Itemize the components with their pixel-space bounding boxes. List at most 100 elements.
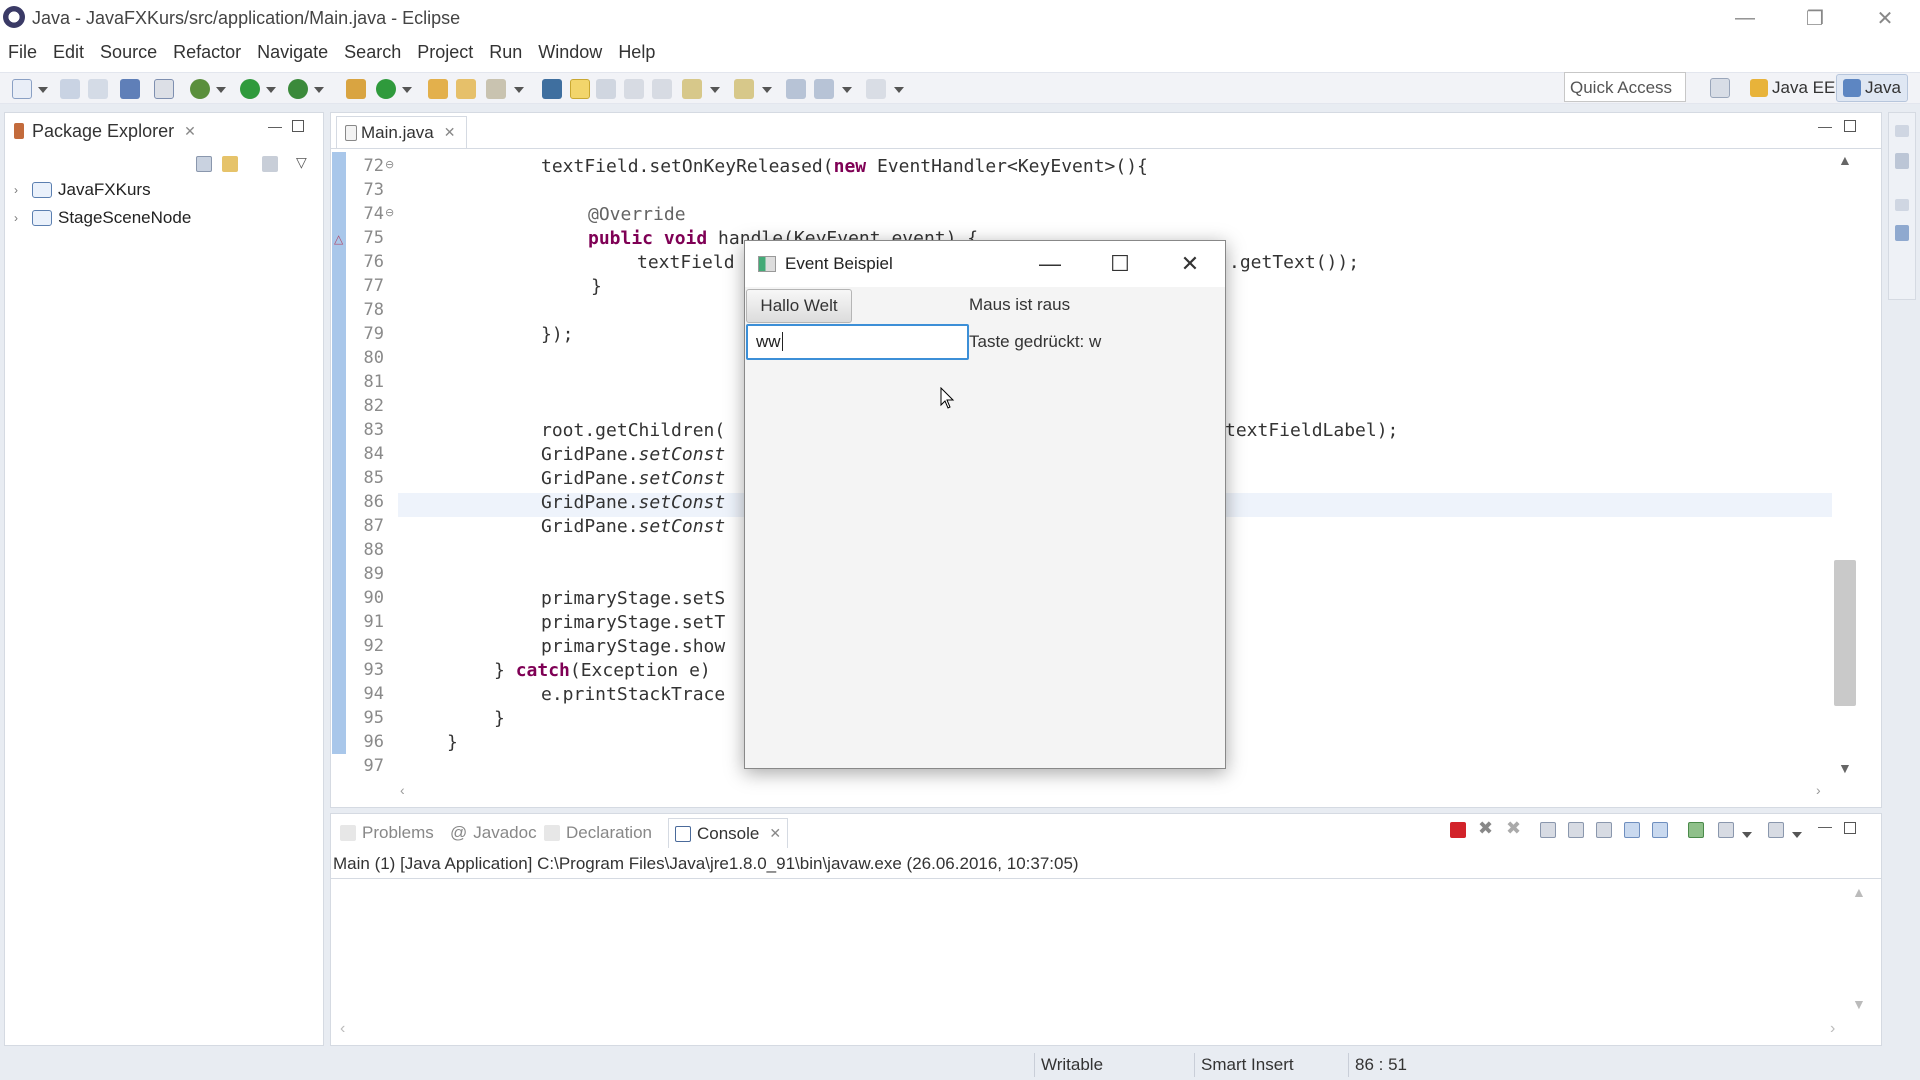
editor-tab-main-java[interactable]: Main.java ✕ [336,116,467,148]
menu-window[interactable]: Window [530,42,610,63]
menu-help[interactable]: Help [610,42,663,63]
debug-dropdown-icon[interactable] [216,87,226,93]
run-dropdown-icon[interactable] [266,87,276,93]
fx-close-button[interactable]: ✕ [1155,241,1225,287]
new-dropdown-icon[interactable] [38,87,48,93]
open-type-icon[interactable] [428,79,448,99]
scroll-right-icon[interactable]: › [1816,782,1821,798]
editor-scroll-thumb[interactable] [1834,560,1856,706]
menu-search[interactable]: Search [336,42,409,63]
tab-console[interactable]: Console ✕ [668,818,789,848]
annotation-icon[interactable] [542,79,562,99]
tree-item-javafxkurs[interactable]: › JavaFXKurs [14,177,151,203]
scroll-lock-icon[interactable] [1568,822,1584,838]
fx-maximize-button[interactable]: ☐ [1085,241,1155,287]
last-edit-icon[interactable] [786,79,806,99]
task-list-icon[interactable] [1895,153,1909,169]
open-perspective-icon[interactable] [1710,78,1730,98]
fx-text-field[interactable]: ww [746,324,969,360]
focus-task-icon[interactable] [262,156,278,172]
prev-annotation-dropdown-icon[interactable] [762,87,772,93]
show-on-error-icon[interactable] [1652,822,1668,838]
word-wrap-icon[interactable] [596,79,616,99]
menu-file[interactable]: File [0,42,45,63]
quick-access-input[interactable]: Quick Access [1564,72,1686,102]
back-dropdown-icon[interactable] [842,87,852,93]
menu-edit[interactable]: Edit [45,42,92,63]
open-console-dropdown-icon[interactable] [1792,832,1802,838]
scroll-up-icon[interactable]: ▲ [1838,152,1852,168]
external-tools-dropdown-icon[interactable] [314,87,324,93]
outline-icon[interactable] [1895,225,1909,241]
maximize-console-icon[interactable] [1844,822,1856,834]
console-scroll-up-icon[interactable]: ▲ [1852,884,1866,900]
expand-icon[interactable]: › [14,211,26,225]
close-tab-icon[interactable]: ✕ [444,124,456,141]
maximize-view-icon[interactable] [292,120,304,132]
hallo-welt-button[interactable]: Hallo Welt [746,289,852,323]
remove-all-launches-icon[interactable]: ✖ [1506,818,1521,839]
clear-console-icon[interactable] [1540,822,1556,838]
tab-javadoc[interactable]: @ Javadoc [444,818,543,848]
minimize-button[interactable]: — [1710,0,1780,36]
close-tab-icon[interactable]: ✕ [769,825,781,842]
menu-project[interactable]: Project [409,42,481,63]
perspective-java[interactable]: Java [1836,74,1908,102]
menu-refactor[interactable]: Refactor [165,42,249,63]
new-java-class-icon[interactable] [376,79,396,99]
show-on-output-icon[interactable] [1624,822,1640,838]
forward-icon[interactable] [866,79,886,99]
scroll-down-icon[interactable]: ▼ [1838,760,1852,776]
menu-run[interactable]: Run [481,42,530,63]
show-whitespace-icon[interactable] [652,79,672,99]
block-selection-icon[interactable] [624,79,644,99]
tab-problems[interactable]: Problems [334,818,440,848]
restore-view-icon[interactable] [1895,199,1909,211]
remove-launch-icon[interactable]: ✖ [1478,818,1493,839]
open-console-icon[interactable] [1768,822,1784,838]
new-icon[interactable] [12,79,32,99]
tab-declaration[interactable]: Declaration [538,818,658,848]
expand-icon[interactable]: › [14,183,26,197]
external-tools-icon[interactable] [288,79,308,99]
next-annotation-icon[interactable] [682,79,702,99]
close-button[interactable]: ✕ [1850,0,1920,36]
terminal-icon[interactable] [120,79,140,99]
console-scroll-down-icon[interactable]: ▼ [1852,996,1866,1012]
fold-icon[interactable]: ⊖ [385,158,394,171]
mark-occurrences-icon[interactable] [570,79,590,99]
debug-icon[interactable] [190,79,210,99]
scroll-left-icon[interactable]: ‹ [400,782,405,798]
open-task-icon[interactable] [456,79,476,99]
skip-breakpoints-icon[interactable] [154,79,174,99]
back-icon[interactable] [814,79,834,99]
new-class-dropdown-icon[interactable] [402,87,412,93]
word-wrap-console-icon[interactable] [1596,822,1612,838]
display-console-dropdown-icon[interactable] [1742,832,1752,838]
maximize-editor-icon[interactable] [1844,120,1856,132]
close-tab-icon[interactable]: ✕ [184,123,196,140]
console-scroll-left-icon[interactable]: ‹ [340,1020,345,1038]
search-icon[interactable] [486,79,506,99]
collapse-all-icon[interactable] [196,156,212,172]
restore-view-icon[interactable] [1895,125,1909,137]
display-console-icon[interactable] [1718,822,1734,838]
view-menu-icon[interactable]: ▽ [296,154,307,171]
terminate-icon[interactable] [1450,822,1466,838]
fx-minimize-button[interactable]: — [1015,241,1085,287]
package-explorer-tab[interactable]: Package Explorer ✕ [8,117,196,145]
link-with-editor-icon[interactable] [222,156,238,172]
perspective-java-ee[interactable]: Java EE [1744,74,1841,102]
menu-source[interactable]: Source [92,42,165,63]
tree-item-stagescenenode[interactable]: › StageSceneNode [14,205,191,231]
minimize-editor-icon[interactable]: — [1818,118,1832,134]
new-java-package-icon[interactable] [346,79,366,99]
minimize-console-icon[interactable]: — [1818,818,1832,834]
search-dropdown-icon[interactable] [514,87,524,93]
pin-console-icon[interactable] [1688,822,1704,838]
next-annotation-dropdown-icon[interactable] [710,87,720,93]
save-icon[interactable] [60,79,80,99]
minimize-view-icon[interactable]: — [268,118,282,134]
save-all-icon[interactable] [88,79,108,99]
restore-button[interactable]: ❐ [1780,0,1850,36]
